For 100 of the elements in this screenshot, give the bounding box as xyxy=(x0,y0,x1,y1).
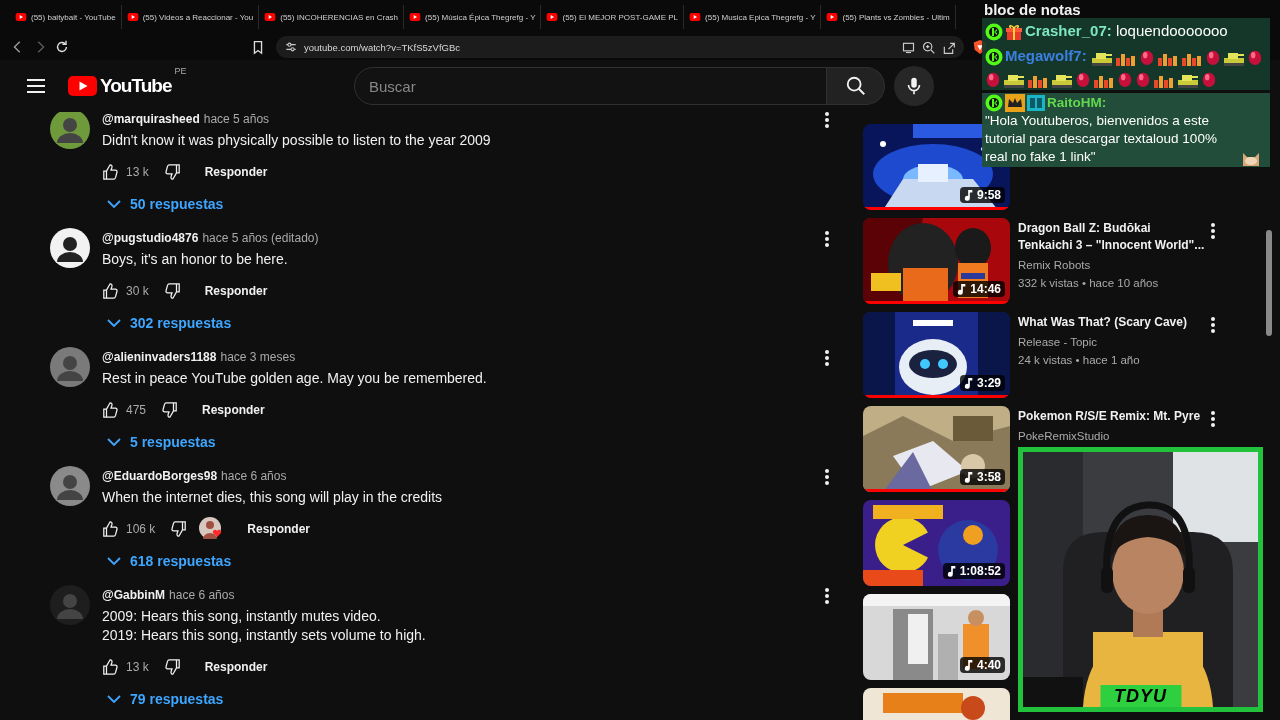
dislike-icon[interactable] xyxy=(162,658,181,676)
replies-toggle[interactable]: 5 respuestas xyxy=(130,434,216,450)
like-icon[interactable] xyxy=(102,658,120,676)
dislike-icon[interactable] xyxy=(162,282,181,300)
channel-name[interactable]: Remix Robots xyxy=(1018,256,1208,274)
search-icon xyxy=(844,75,867,97)
gem-emote-icon xyxy=(1135,70,1151,89)
voice-search-button[interactable] xyxy=(894,66,934,106)
chat-username[interactable]: Crasher_07: xyxy=(1025,22,1112,39)
video-stats: 24 k vistas • hace 1 año xyxy=(1018,353,1141,368)
badge-icon xyxy=(1027,94,1045,113)
replies-toggle[interactable]: 302 respuestas xyxy=(130,315,232,331)
browser-tab[interactable]: (55) Plants vs Zombies - Ultim xyxy=(821,5,956,29)
video-title[interactable]: Dragon Ball Z: Budōkai Tenkaichi 3 – "Innocent World"... xyxy=(1018,220,1208,254)
comment-author[interactable]: @alieninvaders1188 xyxy=(102,350,217,364)
music-note-icon xyxy=(963,376,974,390)
youtube-icon xyxy=(689,11,702,23)
avatar-icon[interactable] xyxy=(50,228,90,268)
gem-emote-icon xyxy=(1075,70,1091,89)
gem-emote-icon xyxy=(1138,48,1155,67)
comment-author[interactable]: @pugstudio4876 xyxy=(102,231,199,245)
comment-time: hace 5 años xyxy=(203,112,270,126)
like-icon[interactable] xyxy=(102,163,120,181)
dislike-icon[interactable] xyxy=(160,401,179,419)
like-count: 30 k xyxy=(126,284,149,298)
comment-author[interactable]: @EduardoBorges98 xyxy=(102,469,218,483)
duration-text: 4:40 xyxy=(976,658,1001,672)
search-button[interactable] xyxy=(827,67,885,105)
comment-author[interactable]: @GabbinM xyxy=(102,588,166,602)
logo-icon xyxy=(68,76,97,96)
browser-tab[interactable]: (55) Música Épica Thegrefg - Y xyxy=(404,5,542,29)
avatar-icon[interactable] xyxy=(50,112,90,149)
youtube-icon xyxy=(264,11,277,23)
more-icon[interactable] xyxy=(1210,410,1216,428)
browser-tab[interactable]: (55) Videos a Reaccionar - You xyxy=(121,5,260,29)
channel-name[interactable]: Release - Topic xyxy=(1018,333,1208,351)
more-icon[interactable] xyxy=(824,587,830,605)
comment-time: hace 3 meses xyxy=(220,350,296,364)
channel-name[interactable]: PokeRemixStudio xyxy=(1018,427,1208,445)
replies-toggle[interactable]: 79 respuestas xyxy=(130,691,224,707)
reply-button[interactable]: Responder xyxy=(194,278,278,304)
badge-icon xyxy=(985,48,1003,67)
duration-text: 9:58 xyxy=(976,188,1001,202)
duration-text: 3:29 xyxy=(976,376,1001,390)
duration-text: 14:46 xyxy=(970,282,1001,296)
music-note-icon xyxy=(963,658,974,672)
music-note-icon xyxy=(963,188,974,202)
like-icon[interactable] xyxy=(102,520,120,538)
browser-tab[interactable]: (55) Musica Epica Thegrefg - Y xyxy=(684,5,822,29)
browser-tab[interactable]: (55) baitybait - YouTube xyxy=(10,5,122,29)
more-icon[interactable] xyxy=(1210,316,1216,334)
youtube-icon xyxy=(546,11,559,23)
reply-button[interactable]: Responder xyxy=(192,397,275,423)
comment-text: Didn't know it was physically possible to listen to the year 2009 xyxy=(102,131,492,150)
youtube-icon xyxy=(826,11,839,23)
more-icon[interactable] xyxy=(1210,222,1216,240)
search-field[interactable]: Buscar xyxy=(354,67,827,105)
gem-emote-icon xyxy=(1117,70,1133,89)
duration-text: 1:08:52 xyxy=(959,564,1001,578)
video-title[interactable]: What Was That? (Scary Cave) xyxy=(1018,314,1208,331)
music-note-icon xyxy=(957,282,968,296)
replies-toggle[interactable]: 618 respuestas xyxy=(130,553,232,569)
browser-tab[interactable]: (55) INCOHERENCIAS en Crash xyxy=(259,5,405,29)
browser-tab[interactable]: (55) El MEJOR POST-GAME PL xyxy=(541,5,685,29)
gem-emote-icon xyxy=(1246,48,1263,67)
music-note-icon xyxy=(946,564,957,578)
window-title: bloc de notas xyxy=(983,2,1082,18)
chat-username[interactable]: RaitoHM: xyxy=(1047,95,1107,110)
youtube-icon xyxy=(15,11,27,23)
dislike-icon[interactable] xyxy=(169,520,188,538)
like-icon[interactable] xyxy=(102,401,120,419)
comment-text: When the internet dies, this song will play in the credits xyxy=(102,488,444,507)
dislike-icon[interactable] xyxy=(162,163,181,181)
zoom-icon[interactable] xyxy=(921,39,936,55)
badge-icon xyxy=(985,94,1003,113)
gift-icon xyxy=(1005,23,1023,42)
gem-emote-icon xyxy=(1204,48,1221,67)
comment-author[interactable]: @marquirasheed xyxy=(102,112,200,126)
chat-message-text: loquendooooooo xyxy=(1115,22,1228,39)
scrollbar-thumb[interactable] xyxy=(1266,230,1272,336)
video-title[interactable]: Pokemon R/S/E Remix: Mt. Pyre xyxy=(1018,408,1208,425)
like-count: 106 k xyxy=(126,522,156,536)
like-count: 13 k xyxy=(126,165,149,179)
reload-icon[interactable] xyxy=(54,39,70,55)
more-icon[interactable] xyxy=(824,349,830,367)
like-count: 475 xyxy=(126,403,147,417)
reply-button[interactable]: Responder xyxy=(237,516,321,542)
duration-text: 3:58 xyxy=(976,470,1001,484)
reply-button[interactable]: Responder xyxy=(194,654,278,680)
reply-button[interactable]: Responder xyxy=(194,159,278,185)
more-icon[interactable] xyxy=(824,468,830,486)
home-logo-link[interactable]: YouTube xyxy=(68,75,172,97)
more-icon[interactable] xyxy=(824,112,830,129)
replies-toggle[interactable]: 50 respuestas xyxy=(130,196,224,212)
address-bar[interactable]: youtube.com/watch?v=TKfS5zVfGBc xyxy=(276,36,964,58)
youtube-icon xyxy=(126,11,139,23)
site-settings-icon[interactable] xyxy=(284,40,298,54)
more-icon[interactable] xyxy=(824,230,830,248)
like-icon[interactable] xyxy=(102,282,120,300)
comment-time: hace 5 años (editado) xyxy=(202,231,319,245)
